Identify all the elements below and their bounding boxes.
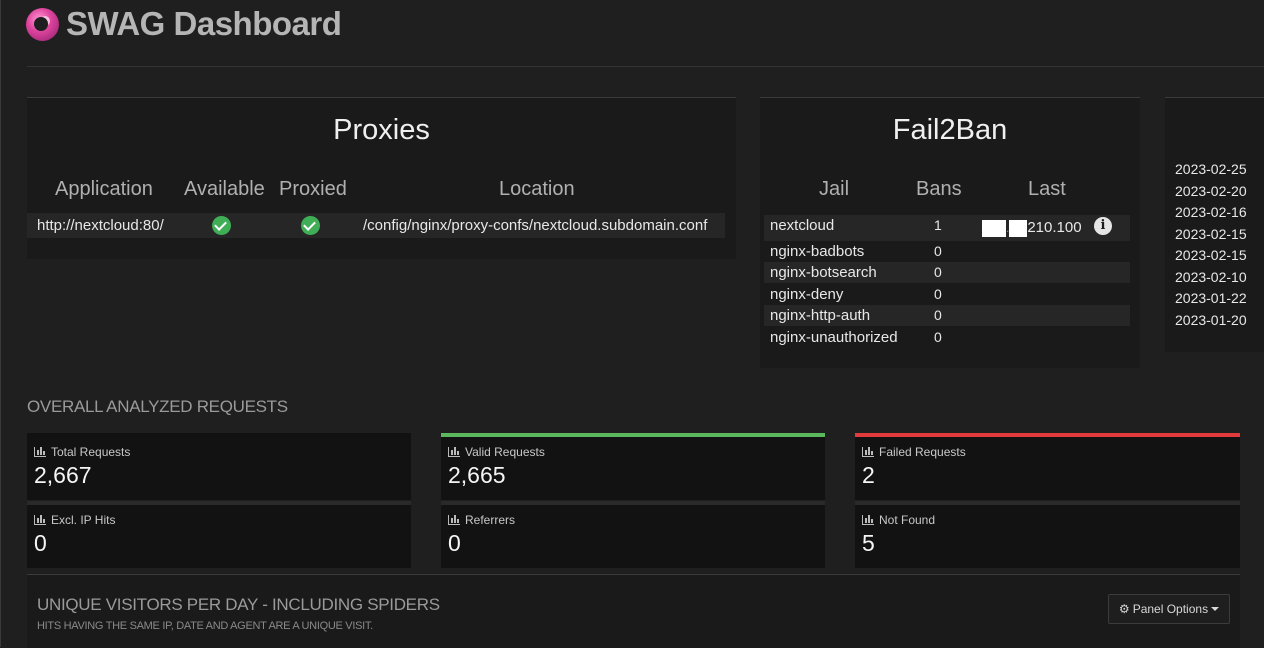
fail2ban-panel: Fail2Ban Jail Bans Last nextcloud 1 . 210… [760,97,1140,368]
unique-visitors-subtitle: HITS HAVING THE SAME IP, DATE AND AGENT … [37,620,373,632]
bar-chart-icon [448,515,460,525]
proxy-location: /config/nginx/proxy-confs/nextcloud.subd… [363,217,708,234]
stat-label: Failed Requests [879,445,966,459]
stat-label: Valid Requests [465,445,545,459]
jail-last-ip-suffix: 210.100 [1027,219,1082,236]
jail-last-ip: . 210.100 [982,219,1082,237]
unique-visitors-panel: UNIQUE VISITORS PER DAY - INCLUDING SPID… [27,574,1240,648]
table-row: nextcloud 1 . 210.100 i [764,215,1130,241]
column-header-proxied: Proxied [279,178,347,200]
column-header-application: Application [55,178,153,200]
stat-referrers: Referrers 0 [441,501,825,568]
stat-label-row: Referrers [448,513,515,527]
bar-chart-icon [862,515,874,525]
column-header-last: Last [1028,178,1066,200]
panel-options-label: Panel Options [1132,602,1209,616]
overall-requests-title: OVERALL ANALYZED REQUESTS [27,397,288,416]
proxy-application-link[interactable]: http://nextcloud:80/ [37,217,164,234]
jail-bans: 0 [934,286,942,302]
column-header-available: Available [184,178,265,200]
stat-total-requests: Total Requests 2,667 [27,433,411,500]
stat-value: 0 [448,530,461,556]
stat-label-row: Not Found [862,513,935,527]
fail2ban-title: Fail2Ban [892,114,1008,146]
update-date: 2023-02-15 [1175,247,1247,263]
jail-bans: 0 [934,307,942,323]
stat-excl-ip-hits: Excl. IP Hits 0 [27,501,411,568]
stat-label-row: Failed Requests [862,445,966,459]
redaction-block [1009,219,1028,237]
bar-chart-icon [34,447,46,457]
proxies-title: Proxies [333,114,430,146]
table-row: http://nextcloud:80/ /config/nginx/proxy… [27,213,725,238]
panel-options-button[interactable]: ⚙ Panel Options [1108,594,1230,624]
jail-name: nginx-unauthorized [770,329,898,346]
stat-value: 2 [862,462,875,488]
jail-name: nginx-http-auth [770,307,871,324]
jail-name: nginx-botsearch [770,264,877,281]
table-row: nginx-badbots 0 [764,241,1130,262]
stat-not-found: Not Found 5 [855,501,1240,568]
jail-name: nginx-badbots [770,243,865,260]
stat-value: 2,665 [448,462,506,488]
stat-value: 5 [862,530,875,556]
bar-chart-icon [448,447,460,457]
table-row: nginx-botsearch 0 [764,262,1130,283]
stat-label-row: Valid Requests [448,445,545,459]
jail-bans: 1 [934,217,942,233]
swag-logo-icon [26,7,59,41]
update-date: 2023-01-20 [1175,312,1247,328]
app-title: SWAG Dashboard [66,5,342,42]
jail-bans: 0 [934,329,942,345]
bar-chart-icon [862,447,874,457]
stat-label: Referrers [465,513,516,527]
jail-bans: 0 [934,243,942,259]
stat-label: Total Requests [51,445,131,459]
redaction-block [982,219,1006,237]
stat-value: 2,667 [34,462,92,488]
unique-visitors-title: UNIQUE VISITORS PER DAY - INCLUDING SPID… [37,595,440,614]
header-divider [27,66,1264,67]
table-row: nginx-deny 0 [764,284,1130,305]
table-row: nginx-http-auth 0 [764,305,1130,326]
stat-value: 0 [34,530,47,556]
bar-chart-icon [34,515,46,525]
column-header-bans: Bans [916,178,962,200]
window-edge [0,0,1,647]
stat-label: Not Found [879,513,936,527]
jail-bans: 0 [934,264,942,280]
app-header: SWAG Dashboard [26,4,342,44]
info-icon[interactable]: i [1094,217,1112,235]
update-date: 2023-01-22 [1175,290,1247,306]
updates-panel: 2023-02-25 2023-02-20 2023-02-16 2023-02… [1165,97,1264,352]
update-date: 2023-02-25 [1175,161,1247,177]
update-date: 2023-02-10 [1175,269,1247,285]
caret-down-icon [1211,607,1220,611]
proxies-panel: Proxies Application Available Proxied Lo… [27,97,736,259]
stat-valid-requests: Valid Requests 2,665 [441,433,825,500]
stat-label-row: Total Requests [34,445,130,459]
stat-label: Excl. IP Hits [51,513,116,527]
update-date: 2023-02-15 [1175,226,1247,242]
available-check-icon [212,216,231,235]
column-header-location: Location [499,178,575,200]
jail-name: nginx-deny [770,286,844,303]
stat-label-row: Excl. IP Hits [34,513,115,527]
column-header-jail: Jail [819,178,850,200]
update-date: 2023-02-20 [1175,183,1247,199]
jail-name: nextcloud [770,217,835,234]
stat-failed-requests: Failed Requests 2 [855,433,1240,500]
update-date: 2023-02-16 [1175,204,1247,220]
table-row: nginx-unauthorized 0 [764,327,1130,348]
gear-icon: ⚙ [1118,602,1130,616]
proxied-check-icon [301,216,320,235]
